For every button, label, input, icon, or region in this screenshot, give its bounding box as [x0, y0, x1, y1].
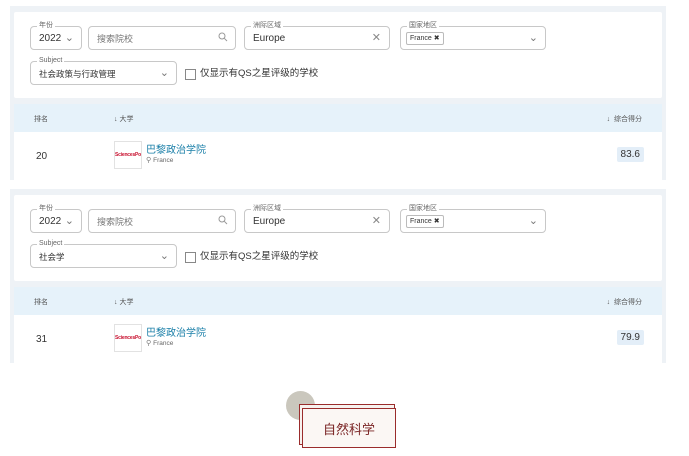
- university-name-link[interactable]: 巴黎政治学院: [146, 324, 206, 339]
- header-university-label: 大学: [119, 116, 134, 123]
- country-legend: 国家地区: [407, 204, 439, 214]
- ranking-panel-1: 年份 2022 ⌄ 搜索院校 洲际区域 Europe ✕ 国家地区 France…: [10, 6, 666, 180]
- country-chip-label: France: [410, 218, 432, 225]
- university-name-link[interactable]: 巴黎政治学院: [146, 141, 206, 156]
- country-chip[interactable]: France ✖: [406, 215, 444, 228]
- table-row[interactable]: 31 SciencesPo 巴黎政治学院 ⚲ France 79.9: [14, 315, 662, 363]
- header-score-label: 综合得分: [614, 299, 642, 306]
- sort-arrow-icon: ↓: [606, 116, 614, 123]
- ranking-panel-2: 年份 2022 ⌄ 搜索院校 洲际区域 Europe ✕ 国家地区 France…: [10, 189, 666, 363]
- header-rank[interactable]: 排名: [34, 297, 48, 307]
- university-location: ⚲ France: [146, 339, 174, 348]
- country-legend: 国家地区: [407, 21, 439, 31]
- clear-icon[interactable]: ✕: [372, 214, 381, 228]
- subject-value: 社会政策与行政管理: [39, 69, 116, 79]
- filter-bar: 年份 2022 ⌄ 搜索院校 洲际区域 Europe ✕ 国家地区 France…: [14, 195, 662, 281]
- header-university[interactable]: ↓ 大学: [114, 297, 133, 307]
- header-university-label: 大学: [119, 299, 134, 306]
- subject-legend: Subject: [37, 239, 65, 249]
- search-icon: [218, 215, 228, 225]
- table-header: 排名 ↓ 大学 ↓ 综合得分: [14, 287, 662, 315]
- subject-value: 社会学: [39, 252, 65, 262]
- region-value: Europe: [253, 33, 286, 44]
- section-tag-label: 自然科学: [322, 421, 375, 437]
- rank-value: 31: [36, 334, 48, 345]
- country-chip[interactable]: France ✖: [406, 32, 444, 45]
- year-legend: 年份: [37, 204, 55, 214]
- year-value: 2022: [39, 33, 62, 44]
- clear-icon[interactable]: ✕: [372, 31, 381, 45]
- qs-star-checkbox[interactable]: [185, 251, 196, 263]
- qs-star-checkbox[interactable]: [185, 68, 196, 80]
- region-select[interactable]: 洲际区域 Europe ✕: [244, 204, 390, 233]
- subject-legend: Subject: [37, 56, 65, 66]
- sort-arrow-icon: ↓: [606, 299, 614, 306]
- region-select[interactable]: 洲际区域 Europe ✕: [244, 21, 390, 50]
- year-select[interactable]: 年份 2022 ⌄: [30, 21, 82, 50]
- chevron-down-icon: ⌄: [528, 32, 538, 44]
- university-location: ⚲ France: [146, 156, 174, 165]
- country-chip-label: France: [410, 35, 432, 42]
- chip-remove-icon[interactable]: ✖: [434, 218, 440, 225]
- header-rank[interactable]: 排名: [34, 114, 48, 124]
- table-row[interactable]: 20 SciencesPo 巴黎政治学院 ⚲ France 83.6: [14, 132, 662, 180]
- search-placeholder: 搜索院校: [97, 217, 134, 227]
- year-legend: 年份: [37, 21, 55, 31]
- search-placeholder: 搜索院校: [97, 34, 134, 44]
- subject-select[interactable]: Subject 社会学 ⌄: [30, 239, 177, 268]
- header-university[interactable]: ↓ 大学: [114, 114, 133, 124]
- rank-value: 20: [36, 151, 48, 162]
- region-legend: 洲际区域: [251, 21, 283, 31]
- chevron-down-icon: ⌄: [64, 32, 74, 44]
- header-score[interactable]: ↓ 综合得分: [607, 114, 642, 124]
- table-header: 排名 ↓ 大学 ↓ 综合得分: [14, 104, 662, 132]
- search-icon: [218, 32, 228, 42]
- logo-text: SciencesPo: [114, 152, 142, 158]
- year-value: 2022: [39, 216, 62, 227]
- chevron-down-icon: ⌄: [528, 215, 538, 227]
- country-select[interactable]: 国家地区 France ✖ ⌄: [400, 21, 546, 50]
- chevron-down-icon: ⌄: [159, 250, 169, 262]
- section-tag: 自然科学: [302, 408, 396, 448]
- score-badge: 83.6: [616, 147, 644, 162]
- chevron-down-icon: ⌄: [159, 67, 169, 79]
- location-label: France: [153, 339, 174, 347]
- qs-star-filter[interactable]: 仅显示有QS之星评级的学校: [185, 68, 318, 80]
- search-input[interactable]: 搜索院校: [88, 26, 236, 50]
- university-logo[interactable]: SciencesPo: [114, 141, 142, 169]
- qs-star-label: 仅显示有QS之星评级的学校: [200, 68, 319, 79]
- score-badge: 79.9: [616, 330, 644, 345]
- chip-remove-icon[interactable]: ✖: [434, 35, 440, 42]
- header-score-label: 综合得分: [614, 116, 642, 123]
- qs-star-label: 仅显示有QS之星评级的学校: [200, 251, 319, 262]
- qs-star-filter[interactable]: 仅显示有QS之星评级的学校: [185, 251, 318, 263]
- university-logo[interactable]: SciencesPo: [114, 324, 142, 352]
- search-input[interactable]: 搜索院校: [88, 209, 236, 233]
- header-score[interactable]: ↓ 综合得分: [607, 297, 642, 307]
- logo-text: SciencesPo: [114, 335, 142, 341]
- filter-bar: 年份 2022 ⌄ 搜索院校 洲际区域 Europe ✕ 国家地区 France…: [14, 12, 662, 98]
- location-pin-icon: ⚲: [146, 340, 152, 347]
- region-value: Europe: [253, 216, 286, 227]
- location-label: France: [153, 156, 174, 164]
- country-select[interactable]: 国家地区 France ✖ ⌄: [400, 204, 546, 233]
- location-pin-icon: ⚲: [146, 157, 152, 164]
- region-legend: 洲际区域: [251, 204, 283, 214]
- chevron-down-icon: ⌄: [64, 215, 74, 227]
- year-select[interactable]: 年份 2022 ⌄: [30, 204, 82, 233]
- subject-select[interactable]: Subject 社会政策与行政管理 ⌄: [30, 56, 177, 85]
